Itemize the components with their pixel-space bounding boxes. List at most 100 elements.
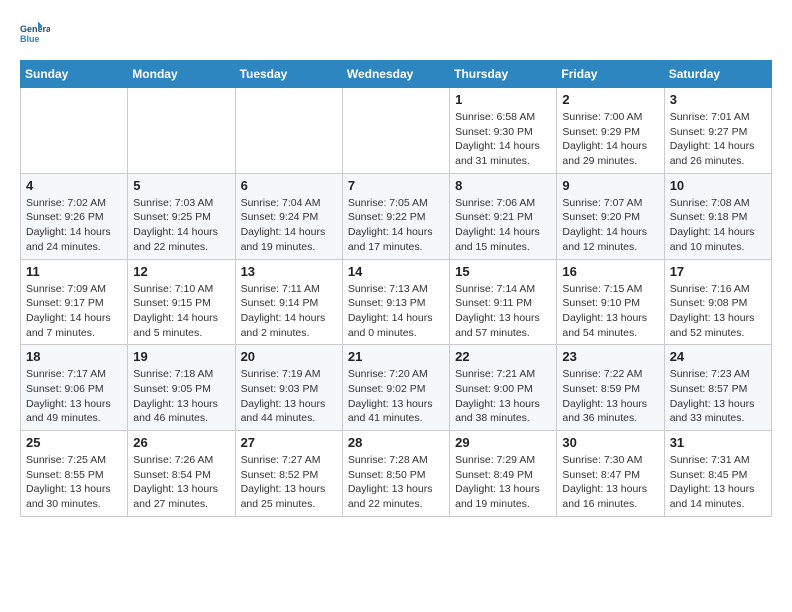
weekday-header-monday: Monday [128, 61, 235, 88]
weekday-header-wednesday: Wednesday [342, 61, 449, 88]
calendar-day-cell: 30Sunrise: 7:30 AM Sunset: 8:47 PM Dayli… [557, 431, 664, 517]
day-info: Sunrise: 7:02 AM Sunset: 9:26 PM Dayligh… [26, 196, 122, 255]
day-number: 18 [26, 349, 122, 364]
day-number: 12 [133, 264, 229, 279]
day-info: Sunrise: 7:18 AM Sunset: 9:05 PM Dayligh… [133, 367, 229, 426]
calendar-day-cell: 4 Sunrise: 7:02 AM Sunset: 9:26 PM Daylig… [21, 173, 128, 259]
day-number: 26 [133, 435, 229, 450]
day-number: 27 [241, 435, 337, 450]
day-number: 24 [670, 349, 766, 364]
calendar-day-cell: 7 Sunrise: 7:05 AM Sunset: 9:22 PM Daylig… [342, 173, 449, 259]
logo-icon: GeneralBlue [20, 20, 50, 50]
day-number: 7 [348, 178, 444, 193]
calendar-day-cell: 13Sunrise: 7:11 AM Sunset: 9:14 PM Dayli… [235, 259, 342, 345]
calendar-day-cell [21, 88, 128, 174]
weekday-header-saturday: Saturday [664, 61, 771, 88]
calendar-day-cell: 27Sunrise: 7:27 AM Sunset: 8:52 PM Dayli… [235, 431, 342, 517]
day-number: 28 [348, 435, 444, 450]
day-info: Sunrise: 7:05 AM Sunset: 9:22 PM Dayligh… [348, 196, 444, 255]
calendar-day-cell: 5Sunrise: 7:03 AM Sunset: 9:25 PM Daylig… [128, 173, 235, 259]
day-number: 17 [670, 264, 766, 279]
calendar-day-cell: 1Sunrise: 6:58 AM Sunset: 9:30 PM Daylig… [450, 88, 557, 174]
calendar-day-cell: 31 Sunrise: 7:31 AM Sunset: 8:45 PM Dayli… [664, 431, 771, 517]
calendar-day-cell: 12 Sunrise: 7:10 AM Sunset: 9:15 PM Dayli… [128, 259, 235, 345]
calendar-week-row: 4 Sunrise: 7:02 AM Sunset: 9:26 PM Daylig… [21, 173, 772, 259]
day-info: Sunrise: 7:25 AM Sunset: 8:55 PM Dayligh… [26, 453, 122, 512]
day-info: Sunrise: 7:00 AM Sunset: 9:29 PM Dayligh… [562, 110, 658, 169]
calendar-day-cell: 22 Sunrise: 7:21 AM Sunset: 9:00 PM Dayli… [450, 345, 557, 431]
day-info: Sunrise: 7:22 AM Sunset: 8:59 PM Dayligh… [562, 367, 658, 426]
day-info: Sunrise: 7:31 AM Sunset: 8:45 PM Dayligh… [670, 453, 766, 512]
calendar-week-row: 25Sunrise: 7:25 AM Sunset: 8:55 PM Dayli… [21, 431, 772, 517]
day-number: 4 [26, 178, 122, 193]
calendar-day-cell: 9 Sunrise: 7:07 AM Sunset: 9:20 PM Daylig… [557, 173, 664, 259]
page-header: GeneralBlue [20, 20, 772, 50]
day-info: Sunrise: 7:19 AM Sunset: 9:03 PM Dayligh… [241, 367, 337, 426]
calendar-day-cell [128, 88, 235, 174]
weekday-header-sunday: Sunday [21, 61, 128, 88]
calendar-day-cell: 16 Sunrise: 7:15 AM Sunset: 9:10 PM Dayli… [557, 259, 664, 345]
svg-text:General: General [20, 24, 50, 34]
calendar-day-cell: 3 Sunrise: 7:01 AM Sunset: 9:27 PM Daylig… [664, 88, 771, 174]
day-number: 19 [133, 349, 229, 364]
calendar-day-cell: 6 Sunrise: 7:04 AM Sunset: 9:24 PM Daylig… [235, 173, 342, 259]
calendar-day-cell: 11 Sunrise: 7:09 AM Sunset: 9:17 PM Dayli… [21, 259, 128, 345]
day-info: Sunrise: 7:04 AM Sunset: 9:24 PM Dayligh… [241, 196, 337, 255]
day-info: Sunrise: 7:30 AM Sunset: 8:47 PM Dayligh… [562, 453, 658, 512]
day-info: Sunrise: 7:28 AM Sunset: 8:50 PM Dayligh… [348, 453, 444, 512]
day-info: Sunrise: 7:09 AM Sunset: 9:17 PM Dayligh… [26, 282, 122, 341]
day-number: 21 [348, 349, 444, 364]
day-number: 23 [562, 349, 658, 364]
day-number: 22 [455, 349, 551, 364]
day-info: Sunrise: 7:01 AM Sunset: 9:27 PM Dayligh… [670, 110, 766, 169]
day-info: Sunrise: 7:23 AM Sunset: 8:57 PM Dayligh… [670, 367, 766, 426]
calendar-day-cell: 18 Sunrise: 7:17 AM Sunset: 9:06 PM Dayli… [21, 345, 128, 431]
day-info: Sunrise: 7:03 AM Sunset: 9:25 PM Dayligh… [133, 196, 229, 255]
day-info: Sunrise: 7:15 AM Sunset: 9:10 PM Dayligh… [562, 282, 658, 341]
calendar-day-cell: 28 Sunrise: 7:28 AM Sunset: 8:50 PM Dayli… [342, 431, 449, 517]
calendar-day-cell: 10 Sunrise: 7:08 AM Sunset: 9:18 PM Dayli… [664, 173, 771, 259]
day-info: Sunrise: 7:20 AM Sunset: 9:02 PM Dayligh… [348, 367, 444, 426]
day-number: 31 [670, 435, 766, 450]
day-number: 6 [241, 178, 337, 193]
svg-text:Blue: Blue [20, 34, 40, 44]
calendar-day-cell: 26 Sunrise: 7:26 AM Sunset: 8:54 PM Dayli… [128, 431, 235, 517]
calendar-day-cell [235, 88, 342, 174]
calendar-day-cell: 29Sunrise: 7:29 AM Sunset: 8:49 PM Dayli… [450, 431, 557, 517]
day-number: 13 [241, 264, 337, 279]
day-number: 9 [562, 178, 658, 193]
weekday-header-thursday: Thursday [450, 61, 557, 88]
day-info: Sunrise: 7:29 AM Sunset: 8:49 PM Dayligh… [455, 453, 551, 512]
day-info: Sunrise: 6:58 AM Sunset: 9:30 PM Dayligh… [455, 110, 551, 169]
day-number: 15 [455, 264, 551, 279]
day-info: Sunrise: 7:16 AM Sunset: 9:08 PM Dayligh… [670, 282, 766, 341]
day-info: Sunrise: 7:21 AM Sunset: 9:00 PM Dayligh… [455, 367, 551, 426]
weekday-header-tuesday: Tuesday [235, 61, 342, 88]
day-number: 20 [241, 349, 337, 364]
day-info: Sunrise: 7:13 AM Sunset: 9:13 PM Dayligh… [348, 282, 444, 341]
day-number: 14 [348, 264, 444, 279]
day-info: Sunrise: 7:26 AM Sunset: 8:54 PM Dayligh… [133, 453, 229, 512]
day-number: 10 [670, 178, 766, 193]
day-info: Sunrise: 7:10 AM Sunset: 9:15 PM Dayligh… [133, 282, 229, 341]
calendar-week-row: 1Sunrise: 6:58 AM Sunset: 9:30 PM Daylig… [21, 88, 772, 174]
day-info: Sunrise: 7:06 AM Sunset: 9:21 PM Dayligh… [455, 196, 551, 255]
day-number: 2 [562, 92, 658, 107]
calendar-day-cell: 17 Sunrise: 7:16 AM Sunset: 9:08 PM Dayli… [664, 259, 771, 345]
day-number: 3 [670, 92, 766, 107]
logo: GeneralBlue [20, 20, 54, 50]
weekday-header-friday: Friday [557, 61, 664, 88]
day-info: Sunrise: 7:07 AM Sunset: 9:20 PM Dayligh… [562, 196, 658, 255]
calendar-day-cell: 21 Sunrise: 7:20 AM Sunset: 9:02 PM Dayli… [342, 345, 449, 431]
weekday-header-row: SundayMondayTuesdayWednesdayThursdayFrid… [21, 61, 772, 88]
calendar-day-cell: 8Sunrise: 7:06 AM Sunset: 9:21 PM Daylig… [450, 173, 557, 259]
calendar-day-cell [342, 88, 449, 174]
calendar-week-row: 11 Sunrise: 7:09 AM Sunset: 9:17 PM Dayli… [21, 259, 772, 345]
calendar-table: SundayMondayTuesdayWednesdayThursdayFrid… [20, 60, 772, 517]
calendar-day-cell: 20 Sunrise: 7:19 AM Sunset: 9:03 PM Dayli… [235, 345, 342, 431]
day-number: 16 [562, 264, 658, 279]
day-info: Sunrise: 7:08 AM Sunset: 9:18 PM Dayligh… [670, 196, 766, 255]
calendar-day-cell: 2 Sunrise: 7:00 AM Sunset: 9:29 PM Daylig… [557, 88, 664, 174]
day-info: Sunrise: 7:17 AM Sunset: 9:06 PM Dayligh… [26, 367, 122, 426]
day-number: 11 [26, 264, 122, 279]
